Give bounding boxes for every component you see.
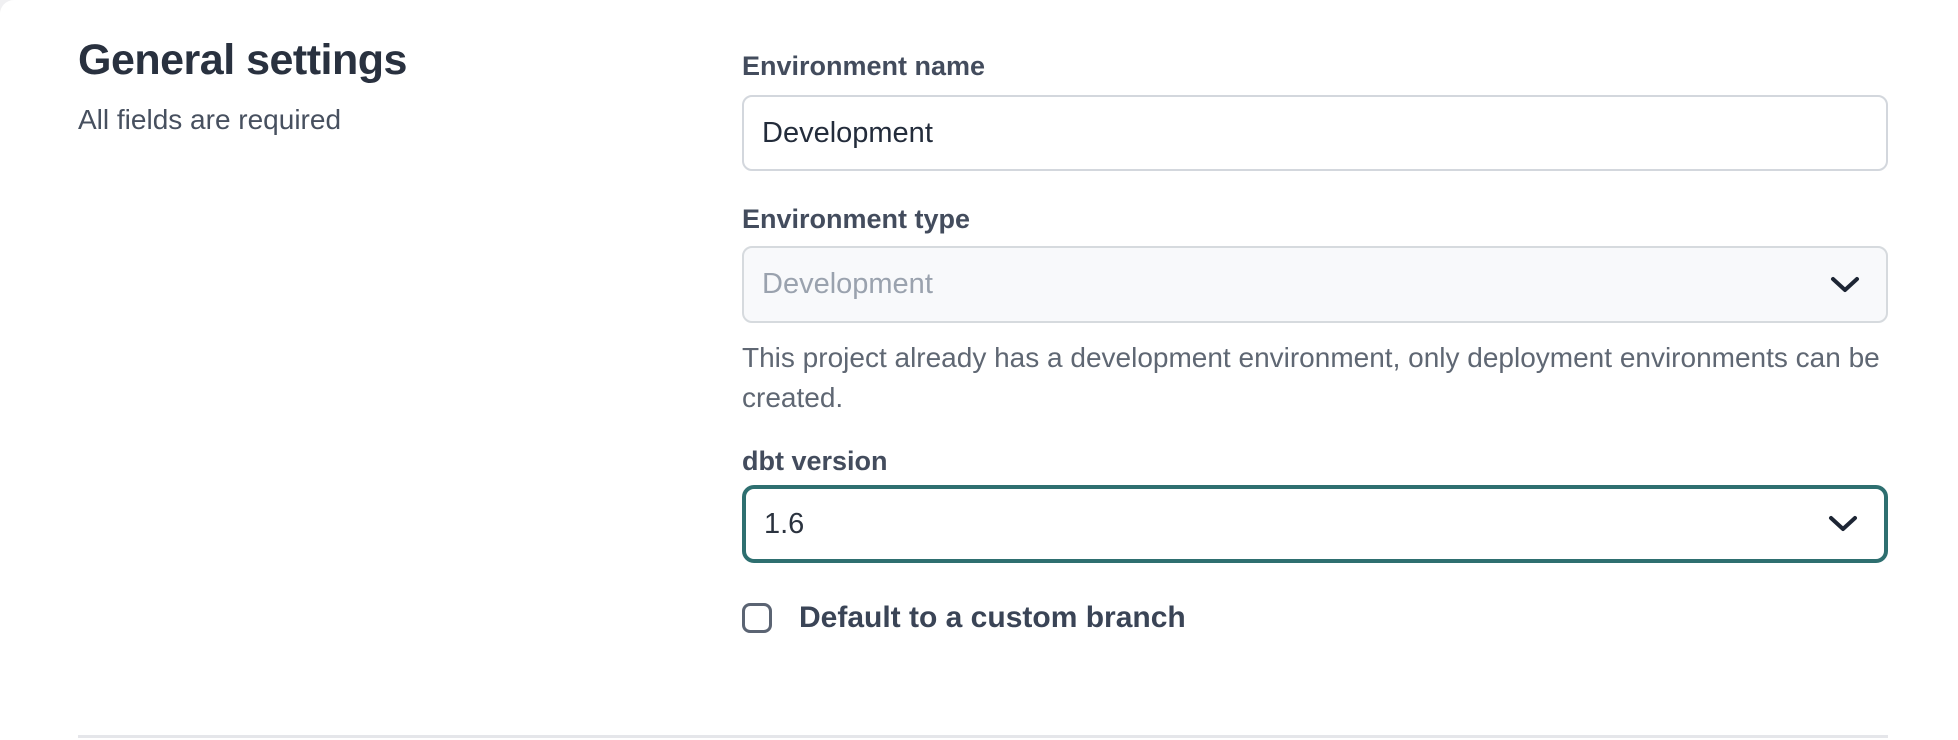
dbt-version-select[interactable]: 1.6	[742, 485, 1888, 563]
page-subtitle: All fields are required	[78, 104, 341, 136]
chevron-down-icon	[1828, 515, 1858, 533]
custom-branch-checkbox-row[interactable]: Default to a custom branch	[742, 600, 1186, 636]
environment-type-value: Development	[762, 268, 933, 301]
chevron-down-icon	[1830, 276, 1860, 294]
dbt-version-value: 1.6	[764, 508, 804, 541]
environment-type-label: Environment type	[742, 204, 970, 235]
environment-name-label: Environment name	[742, 51, 985, 82]
environment-type-select: Development	[742, 246, 1888, 323]
page-title: General settings	[78, 36, 407, 85]
custom-branch-label: Default to a custom branch	[799, 601, 1186, 635]
environment-type-helper-text: This project already has a development e…	[742, 338, 1892, 418]
page-corner-artifact	[0, 0, 14, 14]
section-divider	[78, 735, 1888, 738]
custom-branch-checkbox[interactable]	[742, 603, 772, 633]
environment-name-input[interactable]	[742, 95, 1888, 171]
dbt-version-label: dbt version	[742, 446, 888, 477]
